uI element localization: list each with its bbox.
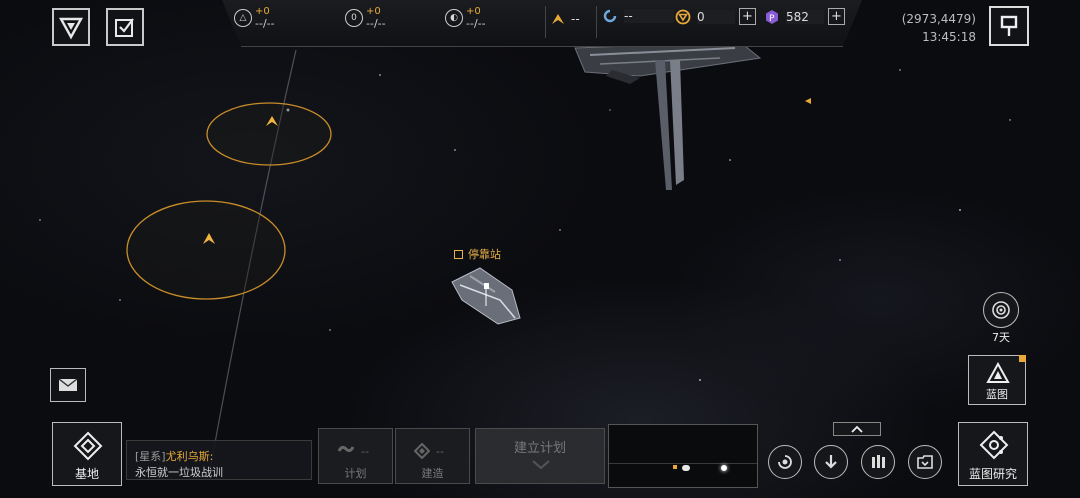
currency-gold[interactable]: 0 + [675,8,756,25]
add-purple-button[interactable]: + [828,8,845,25]
folder-icon [917,455,933,469]
dock-marker-icon [454,249,463,259]
resource-disc[interactable]: ◐ +0 --/-- [445,6,486,30]
blueprint-research-label: 蓝图研究 [968,467,1017,481]
plan-value: -- [361,444,369,458]
chat-message: 永恒就一垃圾战训 [135,466,223,479]
patrol-zone-2[interactable] [126,200,286,300]
minimap-marker-station [682,465,690,471]
svg-text:P: P [769,14,775,24]
galaxy-icon [992,301,1010,319]
download-button[interactable] [814,445,848,479]
corporation-button[interactable] [52,8,90,46]
chat-sender[interactable]: 尤利乌斯: [166,450,214,463]
divider [545,6,546,38]
chat-panel[interactable]: [星系]尤利乌斯: 永恒就一垃圾战训 [126,440,312,480]
base-label: 基地 [74,467,99,481]
coordinates: (2973,4479) [901,12,976,26]
patrol-zone-1[interactable] [206,102,332,166]
blueprint-icon [986,362,1010,383]
minimap-marker-star [721,465,727,471]
fleet-value: -- [571,12,580,26]
minimap[interactable] [608,424,758,488]
bottom-bar: 基地 [星系]尤利乌斯: 永恒就一垃圾战训 -- 计划 -- 建造 建立计划 蓝… [50,420,1030,498]
disc-resource-icon: ◐ [445,9,463,27]
build-value: -- [436,444,444,458]
minimap-divider [609,463,757,464]
mail-button[interactable] [50,368,86,402]
currency-value: 582 [786,9,824,24]
add-gold-button[interactable]: + [739,8,756,25]
resource-value: --/-- [255,17,275,30]
mail-icon [58,378,78,391]
plan-icon [337,445,355,453]
currency-value: 0 [697,9,735,24]
galaxy-map-button[interactable] [768,445,802,479]
arrow-down-icon [825,455,837,469]
fleet-list-button[interactable] [861,445,895,479]
resource-value: --/-- [366,17,386,30]
resource-triangle[interactable]: △ +0 --/-- [234,6,275,30]
docking-station[interactable] [451,267,521,325]
currency-value: -- [624,9,674,23]
spiral-icon [778,455,792,469]
cycle-button[interactable] [983,292,1019,328]
dock-label-text: 停靠站 [468,248,501,261]
resource-zero[interactable]: 0 +0 --/-- [345,6,386,30]
station-structure [574,41,762,190]
cycle-label: 7天 [992,331,1010,344]
base-button[interactable]: 基地 [52,422,122,486]
blueprint-research-button[interactable]: 蓝图研究 [958,422,1028,486]
fleet-indicator[interactable]: -- [551,12,580,26]
cycle-currency-icon [603,9,617,23]
gold-currency-icon [675,9,691,24]
currency-purple[interactable]: P 582 + [764,8,845,25]
shield-logo-icon [58,17,84,40]
fleet-list-icon [872,455,885,468]
establish-plan-label: 建立计划 [513,441,566,456]
establish-plan-button[interactable]: 建立计划 [475,428,605,484]
divider [596,6,597,38]
currency-cycle[interactable]: -- [602,8,674,24]
chevron-down-icon [532,460,550,470]
location-readout: (2973,4479) 13:45:18 [902,10,976,46]
research-icon [979,430,1009,460]
purple-currency-icon: P [766,9,778,24]
tasks-button[interactable] [106,8,144,46]
base-icon [73,431,103,461]
plan-label: 计划 [344,467,367,480]
plan-slot[interactable]: -- 计划 [318,428,393,484]
checklist-icon [115,18,134,37]
chat-channel: [星系] [135,450,166,463]
storage-button[interactable] [908,445,942,479]
build-label: 建造 [421,467,444,480]
resource-value: --/-- [466,17,486,30]
blueprint-label: 蓝图 [986,388,1008,401]
dock-label[interactable]: 停靠站 [454,246,501,262]
clock: 13:45:18 [922,30,976,44]
triangle-resource-icon: △ [234,9,252,27]
notification-dot [1019,355,1026,362]
flag-icon [1000,15,1018,36]
minimap-marker-ship [673,465,677,469]
build-slot[interactable]: -- 建造 [395,428,470,484]
fleet-icon [552,14,564,24]
distant-ship-icon[interactable] [805,98,811,104]
build-icon [414,443,430,459]
blueprint-button[interactable]: 蓝图 [968,355,1026,405]
bookmark-button[interactable] [989,6,1029,46]
zero-resource-icon: 0 [345,9,363,27]
